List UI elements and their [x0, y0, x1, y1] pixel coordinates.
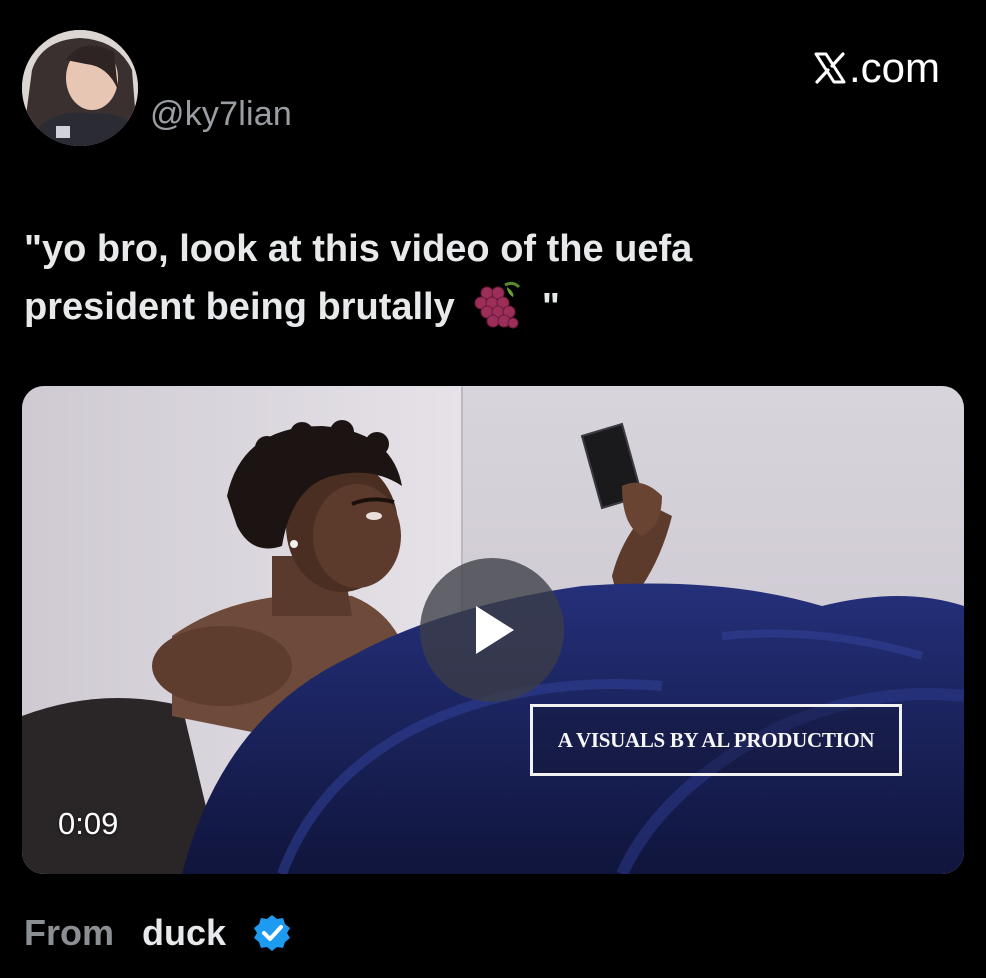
verified-badge-icon — [254, 915, 291, 951]
source-account-name[interactable]: duck — [142, 912, 226, 954]
tweet-text-line2-before: president being brutally — [24, 286, 455, 328]
video-source-attribution: From duck — [24, 912, 292, 954]
play-button[interactable] — [420, 558, 564, 702]
user-handle[interactable]: @ky7lian — [150, 95, 292, 134]
x-com-logo: .com — [813, 44, 940, 92]
tweet-text-line2: president being brutally " — [24, 278, 904, 336]
video-duration: 0:09 — [58, 806, 119, 841]
x-logo-icon — [814, 52, 846, 84]
tweet-screenshot: @ky7lian .com "yo bro, look at this vide… — [0, 0, 986, 978]
video-watermark: A VISUALS BY AL PRODUCTION — [530, 704, 902, 776]
from-label: From — [24, 912, 114, 953]
grapes-icon — [474, 281, 521, 329]
site-domain: .com — [848, 44, 940, 91]
tweet-text: "yo bro, look at this video of the uefa … — [24, 220, 904, 336]
tweet-text-line1: "yo bro, look at this video of the uefa — [24, 228, 693, 270]
play-icon — [476, 606, 514, 654]
video-player[interactable]: A VISUALS BY AL PRODUCTION 0:09 — [22, 386, 964, 874]
tweet-text-line2-after: " — [541, 286, 560, 328]
avatar[interactable] — [22, 30, 138, 146]
